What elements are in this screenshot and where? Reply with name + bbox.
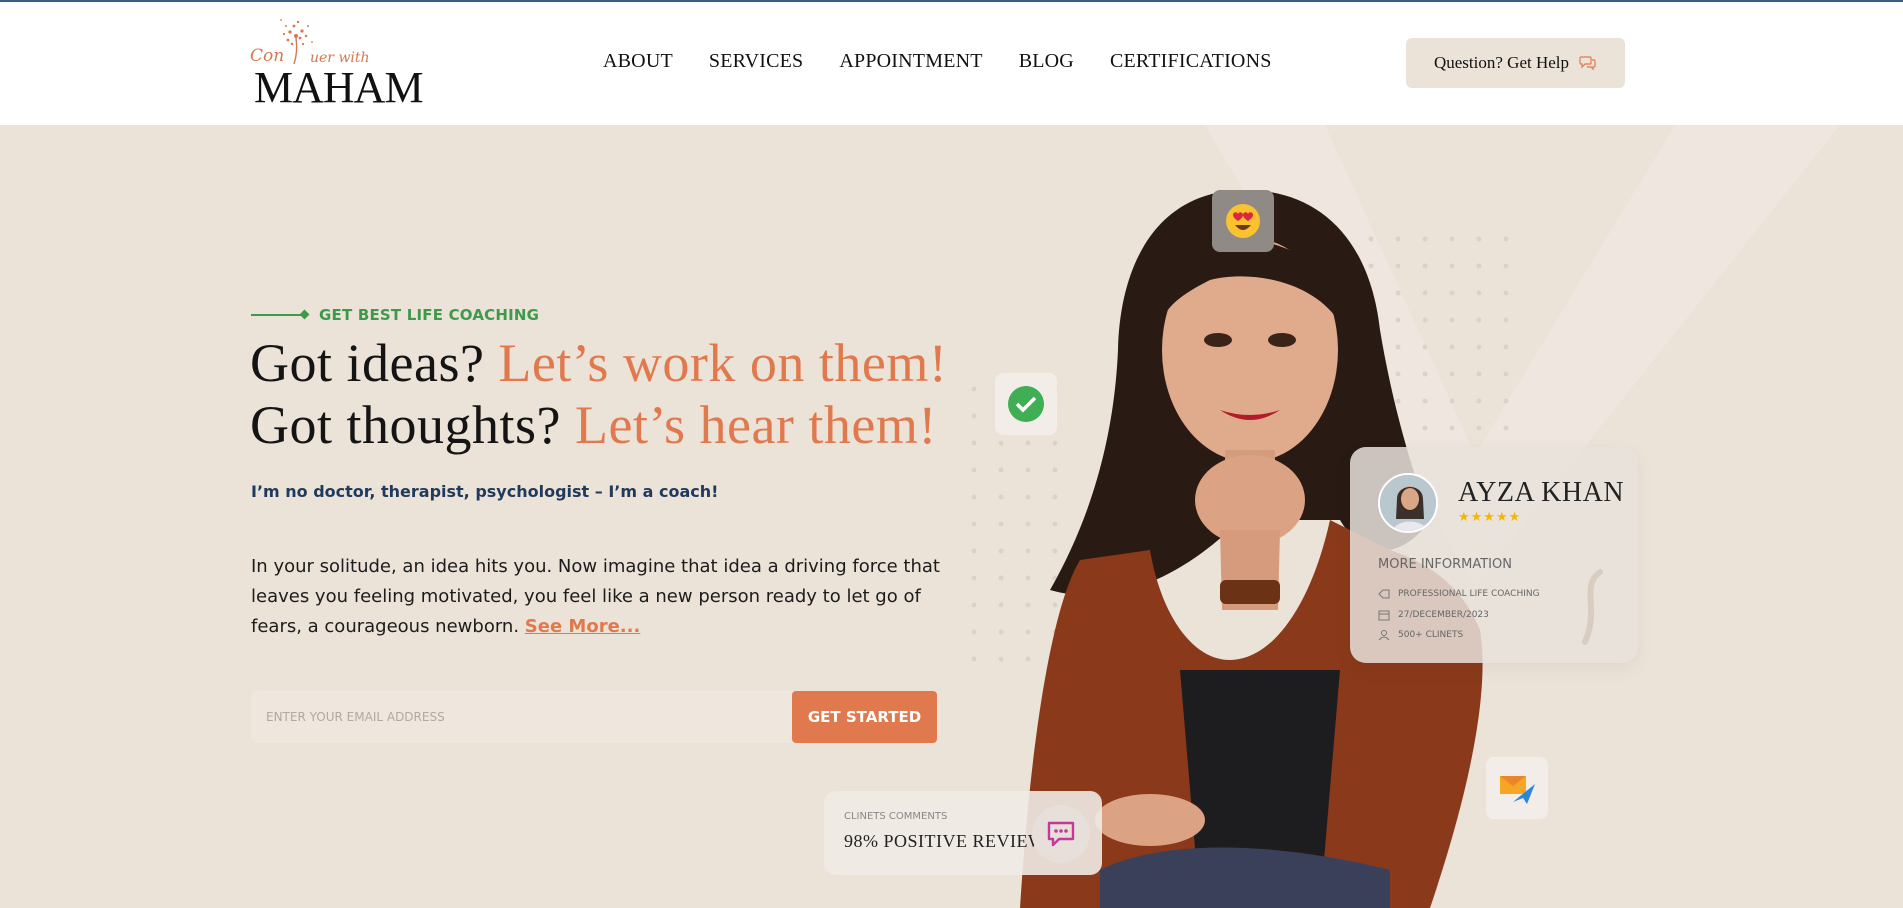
decorative-dot (998, 575, 1004, 581)
site-header: Con uer with MAHAM ABOUT SERVICES APPOIN… (0, 2, 1903, 125)
nav-blog[interactable]: BLOG (1019, 50, 1074, 73)
see-more-link[interactable]: See More... (525, 616, 641, 637)
decorative-dot (1503, 425, 1509, 431)
headline-line2-plain: Got thoughts? (250, 395, 575, 455)
info-row-coaching: PROFESSIONAL LIFE COACHING (1378, 589, 1540, 599)
decorative-dot (971, 575, 977, 581)
decorative-swirl-icon (1582, 569, 1603, 645)
check-icon (1008, 386, 1044, 422)
decorative-dot (971, 656, 977, 662)
decorative-dot (971, 494, 977, 500)
eyebrow: GET BEST LIFE COACHING (251, 306, 539, 324)
nav-services[interactable]: SERVICES (709, 50, 803, 73)
comments-value: 98% POSITIVE REVIEW (844, 831, 1046, 851)
decorative-dot (1503, 236, 1509, 242)
info-clients-text: 500+ CLINETS (1398, 630, 1464, 640)
decorative-dot (998, 629, 1004, 635)
decorative-dot (971, 521, 977, 527)
decorative-dot (971, 386, 977, 392)
headline-line1-plain: Got ideas? (250, 333, 499, 393)
info-coaching-text: PROFESSIONAL LIFE COACHING (1398, 589, 1540, 599)
decorative-dot (998, 440, 1004, 446)
avatar (1378, 473, 1438, 533)
headline-line1-accent: Let’s work on them! (498, 333, 948, 393)
decorative-dot (971, 629, 977, 635)
decorative-dot (971, 602, 977, 608)
main-nav: ABOUT SERVICES APPOINTMENT BLOG CERTIFIC… (603, 50, 1308, 73)
email-input[interactable] (251, 691, 791, 743)
get-help-button[interactable]: Question? Get Help (1406, 38, 1625, 88)
decorative-dot (1503, 263, 1509, 269)
chat-bubble-icon (1047, 821, 1075, 847)
decorative-dot (998, 548, 1004, 554)
hero-paragraph: In your solitude, an idea hits you. Now … (251, 552, 951, 642)
headline-line2-accent: Let’s hear them! (575, 395, 937, 455)
decorative-dot (1503, 398, 1509, 404)
decorative-dot (1503, 344, 1509, 350)
eyebrow-text: GET BEST LIFE COACHING (319, 306, 540, 324)
nav-about[interactable]: ABOUT (603, 50, 673, 73)
nav-certifications[interactable]: CERTIFICATIONS (1110, 50, 1272, 73)
rating-stars: ★★★★★ (1458, 509, 1522, 524)
decorative-dot (971, 413, 977, 419)
check-badge (995, 373, 1057, 435)
decorative-dot (971, 467, 977, 473)
get-help-label: Question? Get Help (1433, 53, 1570, 72)
decorative-dot (998, 602, 1004, 608)
nav-appointment[interactable]: APPOINTMENT (839, 50, 982, 73)
logo-name: MAHAM (254, 63, 424, 112)
decorative-dot (998, 656, 1004, 662)
get-started-button[interactable]: GET STARTED (792, 691, 937, 743)
heart-eyes-emoji-icon (1226, 204, 1260, 238)
logo[interactable]: Con uer with MAHAM (250, 16, 424, 116)
profile-name: AYZA KHAN (1458, 477, 1625, 508)
email-signup-form: GET STARTED (251, 691, 937, 743)
chat-icon (1579, 56, 1596, 71)
eyebrow-arrow-icon (251, 314, 305, 316)
decorative-dot (1503, 371, 1509, 377)
comment-bubble[interactable] (1032, 805, 1090, 863)
hero-subheading: I’m no doctor, therapist, psychologist –… (251, 482, 719, 501)
info-date-text: 27/DECEMBER/2023 (1398, 610, 1489, 620)
hero-headline: Got ideas? Let’s work on them! Got thoug… (250, 332, 947, 456)
heart-eyes-badge (1212, 190, 1274, 252)
profile-card: AYZA KHAN ★★★★★ MORE INFORMATION PROFESS… (1350, 447, 1638, 663)
decorative-dot (1503, 317, 1509, 323)
decorative-dot (971, 440, 977, 446)
mail-badge (1486, 757, 1548, 819)
decorative-dot (971, 548, 977, 554)
tag-icon (1378, 589, 1390, 599)
comments-label: CLINETS COMMENTS (844, 811, 948, 822)
more-information-title: MORE INFORMATION (1378, 557, 1512, 572)
info-row-date: 27/DECEMBER/2023 (1378, 609, 1489, 621)
decorative-dot (998, 494, 1004, 500)
calendar-icon (1378, 610, 1390, 621)
decorative-dot (1503, 290, 1509, 296)
info-row-clients: 500+ CLINETS (1378, 629, 1463, 641)
decorative-dot (998, 521, 1004, 527)
user-icon (1378, 630, 1390, 641)
mail-send-icon (1500, 776, 1535, 804)
comments-card: CLINETS COMMENTS 98% POSITIVE REVIEW (824, 791, 1102, 875)
decorative-dot (998, 467, 1004, 473)
